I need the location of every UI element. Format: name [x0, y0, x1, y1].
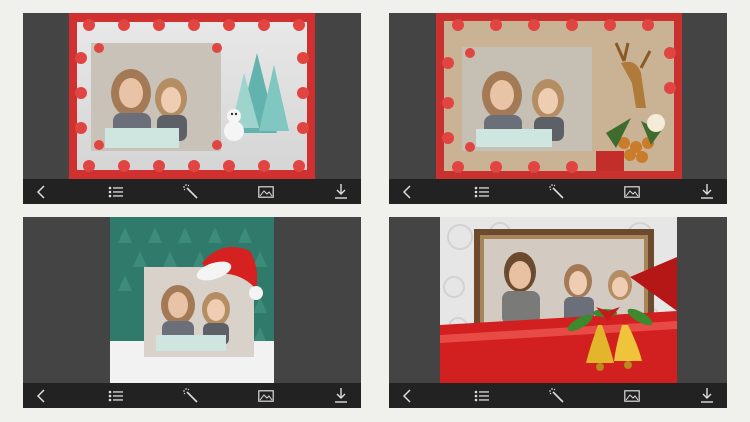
framed-photo-reindeer[interactable]: [436, 13, 682, 179]
magic-wand-icon[interactable]: [180, 182, 202, 202]
frame-preview-card-4: [389, 217, 727, 408]
image-gallery-icon[interactable]: [255, 182, 277, 202]
photo-toolbar: [389, 383, 727, 408]
framed-photo-santa-hat[interactable]: [110, 217, 274, 383]
frame-preview-card-3: [23, 217, 361, 408]
photo-toolbar: [23, 383, 361, 408]
back-chevron-icon[interactable]: [396, 386, 418, 406]
image-gallery-icon[interactable]: [255, 386, 277, 406]
magic-wand-icon[interactable]: [180, 386, 202, 406]
download-icon[interactable]: [330, 386, 352, 406]
magic-wand-icon[interactable]: [546, 182, 568, 202]
photo-viewer: [23, 13, 361, 179]
photo-toolbar: [23, 179, 361, 204]
list-menu-icon[interactable]: [105, 182, 127, 202]
image-gallery-icon[interactable]: [621, 386, 643, 406]
magic-wand-icon[interactable]: [546, 386, 568, 406]
image-gallery-icon[interactable]: [621, 182, 643, 202]
photo-toolbar: [389, 179, 727, 204]
framed-photo-golden-bells[interactable]: [440, 217, 677, 383]
photo-viewer: [23, 217, 361, 383]
list-menu-icon[interactable]: [105, 386, 127, 406]
photo-viewer: [389, 13, 727, 179]
download-icon[interactable]: [696, 182, 718, 202]
back-chevron-icon[interactable]: [30, 386, 52, 406]
frame-preview-card-2: [389, 13, 727, 204]
list-menu-icon[interactable]: [471, 386, 493, 406]
back-chevron-icon[interactable]: [396, 182, 418, 202]
frame-preview-card-1: [23, 13, 361, 204]
download-icon[interactable]: [696, 386, 718, 406]
photo-viewer: [389, 217, 727, 383]
back-chevron-icon[interactable]: [30, 182, 52, 202]
download-icon[interactable]: [330, 182, 352, 202]
list-menu-icon[interactable]: [471, 182, 493, 202]
framed-photo-snowy-tree[interactable]: [69, 13, 315, 179]
